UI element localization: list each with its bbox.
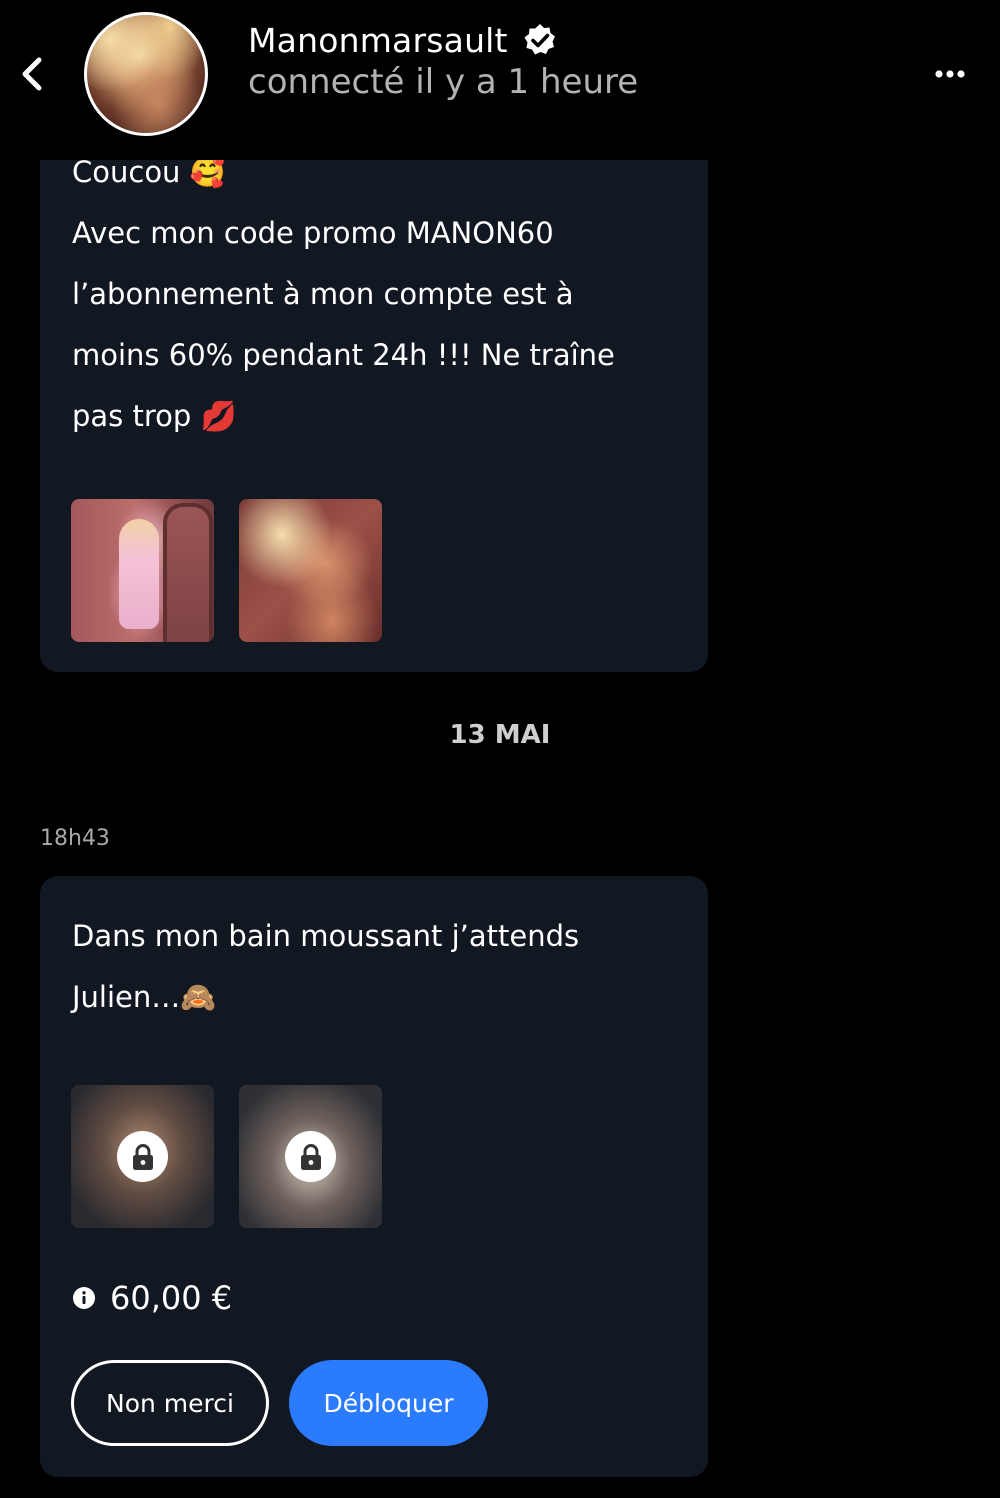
media-thumbnail[interactable] [239,499,382,642]
mirror-shape [163,503,213,642]
info-icon[interactable] [72,1286,96,1310]
message-line: Julien…🙈 [72,980,217,1014]
message-line: Dans mon bain moussant j’attends [72,919,580,953]
message-text: Coucou 🥰 Avec mon code promo MANON60 l’a… [72,142,672,447]
message-bubble: Coucou 🥰 Avec mon code promo MANON60 l’a… [40,110,708,672]
chevron-left-icon [22,57,42,91]
unlock-button[interactable]: Débloquer [289,1360,488,1446]
message-text: Dans mon bain moussant j’attends Julien…… [72,906,672,1028]
media-thumbnail[interactable] [71,499,214,642]
more-horizontal-icon [935,70,965,78]
message-line: Coucou 🥰 [72,155,226,189]
message-line: pas trop 💋 [72,399,237,433]
lock-icon [300,1143,321,1170]
figure-shape [119,519,159,629]
lock-badge [117,1131,168,1182]
more-options-button[interactable] [928,56,972,92]
price-row: 60,00 € [72,1276,232,1320]
locked-media-thumbnail[interactable] [71,1085,214,1228]
back-button[interactable] [12,50,52,98]
message-line: Avec mon code promo MANON60 [72,216,554,250]
message-line: moins 60% pendant 24h !!! Ne traîne [72,338,615,372]
chat-header: Manonmarsault connecté il y a 1 heure [0,0,1000,160]
date-separator: 13 MAI [449,720,551,750]
online-status: connecté il y a 1 heure [248,62,639,102]
verified-badge-icon [524,24,555,55]
decline-button[interactable]: Non merci [71,1360,269,1446]
avatar-photo [87,15,205,133]
lock-badge [285,1131,336,1182]
message-line: l’abonnement à mon compte est à [72,277,574,311]
message-timestamp: 18h43 [40,826,110,851]
username[interactable]: Manonmarsault [248,21,508,60]
price-label: 60,00 € [110,1279,233,1317]
lock-icon [132,1143,153,1170]
avatar[interactable] [84,12,208,136]
username-row[interactable]: Manonmarsault [248,18,558,62]
locked-media-thumbnail[interactable] [239,1085,382,1228]
paid-message-bubble: Dans mon bain moussant j’attends Julien…… [40,876,708,1477]
